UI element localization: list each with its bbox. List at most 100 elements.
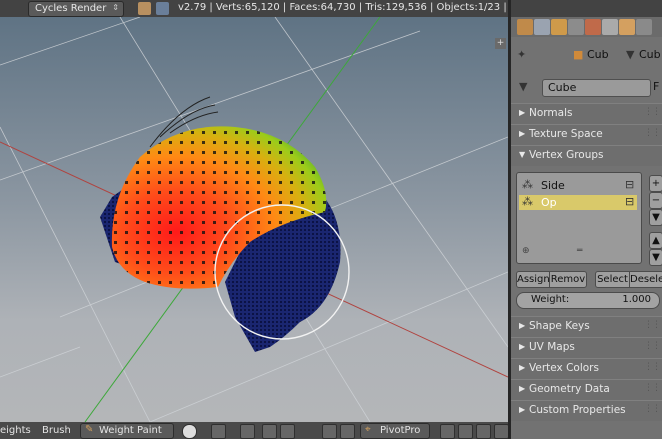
- vertex-group-name: Op: [541, 196, 557, 209]
- viewport-header: eights Brush ✎ Weight Paint ⌖ PivotPro: [0, 422, 509, 439]
- drag-handle-icon[interactable]: ⋮⋮: [644, 362, 661, 372]
- properties-editor: ✦ ■ Cub ▼ Cub ▼ Cube F ▶ Normals ⋮⋮ ▶ Te…: [511, 0, 662, 439]
- panel-vertex-groups[interactable]: ▼ Vertex Groups: [511, 145, 662, 166]
- render-icon[interactable]: [322, 424, 337, 439]
- panel-custom-properties[interactable]: ▶ Custom Properties ⋮⋮: [511, 400, 662, 421]
- scene-icon[interactable]: [138, 2, 151, 15]
- fake-user-button[interactable]: F: [653, 80, 659, 93]
- panel-geometry-data[interactable]: ▶ Geometry Data ⋮⋮: [511, 379, 662, 400]
- expand-arrow-icon: ▶: [519, 321, 526, 330]
- expand-arrow-icon: ▶: [519, 405, 526, 414]
- data-breadcrumb: ✦ ■ Cub ▼ Cub: [511, 45, 662, 65]
- context-mesh-label[interactable]: Cub: [639, 48, 661, 61]
- lock-icon[interactable]: ⊟: [625, 195, 634, 208]
- vertex-group-list: ⁂ Side ⊟ ⁂ Op ⊟ ⊕ ═: [516, 172, 642, 264]
- weight-value: 1.000: [622, 294, 651, 305]
- expand-arrow-icon: ▶: [519, 129, 526, 138]
- toolshelf-toggle-icon[interactable]: +: [495, 38, 506, 49]
- weight-slider[interactable]: Weight: 1.000: [516, 292, 660, 309]
- world-tab-icon[interactable]: [636, 19, 652, 35]
- editor-icon[interactable]: [494, 424, 509, 439]
- link-tab-icon[interactable]: [534, 19, 550, 35]
- properties-tabs: [511, 17, 662, 37]
- panel-label: Custom Properties: [529, 404, 626, 416]
- lock-icon[interactable]: ⊟: [625, 178, 634, 191]
- mesh-data-tab-icon[interactable]: [568, 19, 584, 35]
- 3d-viewport[interactable]: +: [0, 17, 508, 422]
- move-down-button[interactable]: ▼: [649, 249, 662, 266]
- expand-arrow-icon: ▶: [519, 342, 526, 351]
- mesh-name-field[interactable]: Cube: [542, 79, 651, 97]
- mesh-data-icon: ▼: [626, 48, 635, 61]
- panel-label: Geometry Data: [529, 383, 610, 395]
- vertex-group-icon: ⁂: [522, 195, 533, 208]
- assign-button[interactable]: Assign: [516, 271, 550, 288]
- render-engine-label: Cycles Render: [35, 3, 107, 14]
- panel-label: UV Maps: [529, 341, 575, 353]
- mode-label: Weight Paint: [99, 425, 162, 436]
- pivot-pro-button[interactable]: ⌖ PivotPro: [360, 423, 430, 439]
- mesh-icon: ▼: [519, 80, 528, 93]
- remove-button[interactable]: Remov: [549, 271, 587, 288]
- vertex-mask-icon[interactable]: [280, 424, 295, 439]
- drag-handle-icon[interactable]: ⋮⋮: [644, 341, 661, 351]
- deselect-button[interactable]: Desele: [629, 271, 662, 288]
- drag-handle-icon[interactable]: ⋮⋮: [644, 404, 661, 414]
- drag-handle-icon[interactable]: ⋮⋮: [644, 128, 661, 138]
- face-mask-icon[interactable]: [262, 424, 277, 439]
- remove-group-button[interactable]: −: [649, 192, 662, 209]
- expand-arrow-icon: ▶: [519, 108, 526, 117]
- panel-label: Normals: [529, 107, 573, 119]
- scene-tab-icon[interactable]: [517, 19, 533, 35]
- panel-texture-space[interactable]: ▶ Texture Space ⋮⋮: [511, 124, 662, 145]
- list-resize-handle[interactable]: ═: [577, 246, 582, 256]
- expand-arrow-icon: ▶: [519, 363, 526, 372]
- texture-tab-icon[interactable]: [602, 19, 618, 35]
- move-up-button[interactable]: ▲: [649, 232, 662, 249]
- pin-icon[interactable]: ✦: [517, 48, 526, 61]
- panel-label: Texture Space: [529, 128, 603, 140]
- mesh-name-value: Cube: [548, 81, 577, 94]
- engine-logo-icon: [156, 2, 169, 15]
- weight-label: Weight:: [531, 294, 570, 305]
- specials-menu-button[interactable]: ▼: [649, 209, 662, 226]
- collapse-arrow-icon: ▼: [519, 150, 526, 159]
- panel-label: Vertex Colors: [529, 362, 599, 374]
- dropdown-arrow-icon: ⇕: [112, 3, 119, 12]
- drag-handle-icon[interactable]: ⋮⋮: [644, 320, 661, 330]
- panel-shape-keys[interactable]: ▶ Shape Keys ⋮⋮: [511, 316, 662, 337]
- pivot-point-icon[interactable]: [211, 424, 226, 439]
- modifier-tab-icon[interactable]: [619, 19, 635, 35]
- view-icon[interactable]: [476, 424, 491, 439]
- drag-handle-icon[interactable]: ⋮⋮: [644, 383, 661, 393]
- render-engine-select[interactable]: Cycles Render ⇕: [28, 1, 124, 17]
- panel-uv-maps[interactable]: ▶ UV Maps ⋮⋮: [511, 337, 662, 358]
- pivot-label: PivotPro: [380, 425, 421, 436]
- brush-icon: ✎: [85, 424, 94, 435]
- add-group-button[interactable]: +: [649, 175, 662, 192]
- vertex-group-name: Side: [541, 179, 565, 192]
- object-tab-icon[interactable]: [551, 19, 567, 35]
- panel-vertex-colors[interactable]: ▶ Vertex Colors ⋮⋮: [511, 358, 662, 379]
- material-tab-icon[interactable]: [585, 19, 601, 35]
- select-button[interactable]: Select: [595, 271, 630, 288]
- wrench-icon[interactable]: [458, 424, 473, 439]
- tool-icon[interactable]: [440, 424, 455, 439]
- object-icon: ■: [573, 48, 584, 61]
- brush-label[interactable]: Brush: [42, 425, 71, 436]
- camera-icon[interactable]: [340, 424, 355, 439]
- panel-normals[interactable]: ▶ Normals ⋮⋮: [511, 103, 662, 124]
- panel-label: Shape Keys: [529, 320, 590, 332]
- properties-header: [511, 0, 662, 17]
- manipulator-icon[interactable]: [240, 424, 255, 439]
- list-item[interactable]: ⁂ Side ⊟: [519, 178, 637, 193]
- drag-handle-icon[interactable]: ⋮⋮: [644, 107, 661, 117]
- context-object-label[interactable]: Cub: [587, 48, 609, 61]
- pivot-icon: ⌖: [365, 424, 371, 435]
- shading-icon[interactable]: [182, 424, 197, 439]
- mode-select[interactable]: ✎ Weight Paint: [80, 423, 174, 439]
- expand-arrow-icon: ▶: [519, 384, 526, 393]
- list-item-selected[interactable]: ⁂ Op ⊟: [519, 195, 637, 210]
- list-filter-icon[interactable]: ⊕: [522, 246, 530, 256]
- weights-label: eights: [0, 425, 31, 436]
